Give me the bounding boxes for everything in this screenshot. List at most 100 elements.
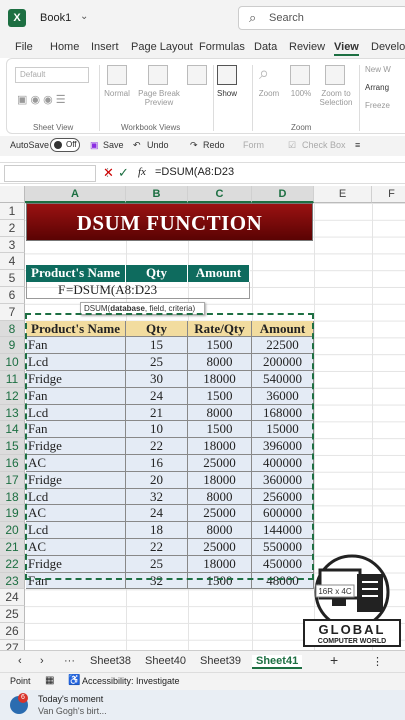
- show-button[interactable]: Show: [212, 89, 242, 98]
- menu-file[interactable]: File: [15, 41, 33, 53]
- cancel-icon[interactable]: ✕: [103, 165, 114, 181]
- row-header-19[interactable]: 19: [0, 505, 25, 523]
- show-icon[interactable]: [217, 65, 237, 85]
- file-name[interactable]: Book1: [40, 12, 71, 24]
- row-header-17[interactable]: 17: [0, 471, 25, 489]
- widget-subtitle[interactable]: Van Gogh's birt...: [38, 706, 107, 716]
- menu-developer[interactable]: Develop: [371, 41, 405, 53]
- autosave-toggle[interactable]: Off: [50, 138, 80, 152]
- row-header-3[interactable]: 3: [0, 236, 25, 254]
- row-header-9[interactable]: 9: [0, 337, 25, 355]
- next-sheet-icon[interactable]: ›: [40, 655, 44, 667]
- sheet-tab-41[interactable]: Sheet41: [252, 655, 303, 669]
- row-header-22[interactable]: 22: [0, 555, 25, 573]
- enter-icon[interactable]: ✓: [118, 165, 129, 181]
- sheet-tab-39[interactable]: Sheet39: [200, 655, 241, 667]
- column-header-a[interactable]: A: [25, 186, 126, 203]
- name-box[interactable]: [4, 165, 96, 182]
- menu-data[interactable]: Data: [254, 41, 277, 53]
- column-header-b[interactable]: B: [126, 186, 188, 203]
- sheet-tab-38[interactable]: Sheet38: [90, 655, 131, 667]
- zoom-100-button[interactable]: 100%: [287, 89, 315, 98]
- row-header-14[interactable]: 14: [0, 421, 25, 439]
- accessibility-status[interactable]: Accessibility: Investigate: [82, 676, 180, 686]
- row-header-25[interactable]: 25: [0, 606, 25, 623]
- arrange-button[interactable]: Arrang: [365, 83, 389, 92]
- zoom-100-icon[interactable]: [290, 65, 310, 85]
- menu-page-layout[interactable]: Page Layout: [131, 41, 193, 53]
- criteria-header-amount[interactable]: Amount: [188, 265, 250, 282]
- undo-button[interactable]: Undo: [147, 140, 169, 150]
- row-header-6[interactable]: 6: [0, 287, 25, 304]
- formula-input[interactable]: =DSUM(A8:D23: [155, 166, 234, 178]
- row-header-20[interactable]: 20: [0, 522, 25, 539]
- zoom-selection-button[interactable]: Zoom to Selection: [317, 89, 355, 107]
- row-header-16[interactable]: 16: [0, 455, 25, 472]
- row-header-11[interactable]: 11: [0, 371, 25, 388]
- accessibility-icon[interactable]: ♿: [68, 675, 80, 686]
- column-header-c[interactable]: C: [188, 186, 252, 203]
- menu-formulas[interactable]: Formulas: [199, 41, 245, 53]
- redo-icon[interactable]: ↷: [190, 140, 198, 151]
- column-header-f[interactable]: F: [372, 186, 405, 203]
- row-header-12[interactable]: 12: [0, 387, 25, 405]
- more-sheets-icon[interactable]: ···: [64, 655, 75, 667]
- row-header-1[interactable]: 1: [0, 203, 25, 220]
- row-header-27[interactable]: 27: [0, 639, 25, 650]
- page-break-label[interactable]: Page Break Preview: [137, 89, 181, 107]
- search-box[interactable]: ⌕ Search: [238, 6, 405, 30]
- row-header-5[interactable]: 5: [0, 270, 25, 287]
- fx-icon[interactable]: fx: [138, 166, 146, 178]
- criteria-header-qty[interactable]: Qty: [126, 265, 188, 282]
- page-break-icon[interactable]: [148, 65, 168, 85]
- sheet-options-icon[interactable]: ⋮: [372, 655, 383, 668]
- zoom-icon[interactable]: ⌕: [259, 63, 269, 84]
- add-sheet-icon[interactable]: +: [330, 652, 338, 668]
- title-banner[interactable]: DSUM FUNCTION: [26, 203, 313, 241]
- row-header-13[interactable]: 13: [0, 404, 25, 422]
- menu-insert[interactable]: Insert: [91, 41, 119, 53]
- new-window-button[interactable]: New W: [365, 65, 391, 74]
- criteria-header-name[interactable]: Product's Name: [26, 265, 126, 282]
- row-header-15[interactable]: 15: [0, 438, 25, 455]
- save-button[interactable]: Save: [103, 140, 124, 150]
- row-header-18[interactable]: 18: [0, 488, 25, 506]
- normal-view-label[interactable]: Normal: [102, 89, 132, 98]
- row-header-8[interactable]: 8: [0, 320, 25, 338]
- sheet-view-dropdown[interactable]: Default: [15, 67, 89, 83]
- normal-view-icon[interactable]: [107, 65, 127, 85]
- row-header-26[interactable]: 26: [0, 623, 25, 640]
- column-header-e[interactable]: E: [314, 186, 372, 203]
- prev-sheet-icon[interactable]: ‹: [18, 655, 22, 667]
- row-header-7[interactable]: 7: [0, 303, 25, 321]
- select-all-corner[interactable]: [0, 186, 25, 203]
- custom-view-icon[interactable]: [187, 65, 207, 85]
- chevron-down-icon[interactable]: ⌄: [80, 11, 88, 22]
- zoom-selection-icon[interactable]: [325, 65, 345, 85]
- form-button[interactable]: Form: [243, 140, 264, 150]
- checkbox-button[interactable]: Check Box: [302, 140, 346, 150]
- checkbox-icon[interactable]: ☑: [288, 140, 296, 151]
- sheet-view-icons[interactable]: ▣ ◉ ◉ ☰: [17, 93, 66, 106]
- customize-qat-icon[interactable]: ≡: [355, 140, 360, 150]
- menu-view[interactable]: View: [334, 41, 359, 56]
- row-header-23[interactable]: 23: [0, 572, 25, 590]
- undo-icon[interactable]: ↶: [133, 140, 141, 151]
- active-cell-formula[interactable]: =DSUM(A8:D23: [66, 282, 157, 298]
- menu-review[interactable]: Review: [289, 41, 325, 53]
- criteria-cell-a6[interactable]: F: [58, 282, 65, 298]
- row-header-10[interactable]: 10: [0, 354, 25, 371]
- column-header-d[interactable]: D: [252, 186, 314, 203]
- row-header-24[interactable]: 24: [0, 589, 25, 607]
- macro-record-icon[interactable]: ▦: [45, 675, 54, 686]
- redo-button[interactable]: Redo: [203, 140, 225, 150]
- widget-title[interactable]: Today's moment: [38, 694, 103, 704]
- save-icon[interactable]: ▣: [90, 140, 99, 151]
- zoom-button[interactable]: Zoom: [255, 89, 283, 98]
- freeze-button[interactable]: Freeze: [365, 101, 390, 110]
- row-header-21[interactable]: 21: [0, 539, 25, 556]
- menu-home[interactable]: Home: [50, 41, 79, 53]
- row-header-4[interactable]: 4: [0, 253, 25, 271]
- row-header-2[interactable]: 2: [0, 219, 25, 237]
- sheet-tab-40[interactable]: Sheet40: [145, 655, 186, 667]
